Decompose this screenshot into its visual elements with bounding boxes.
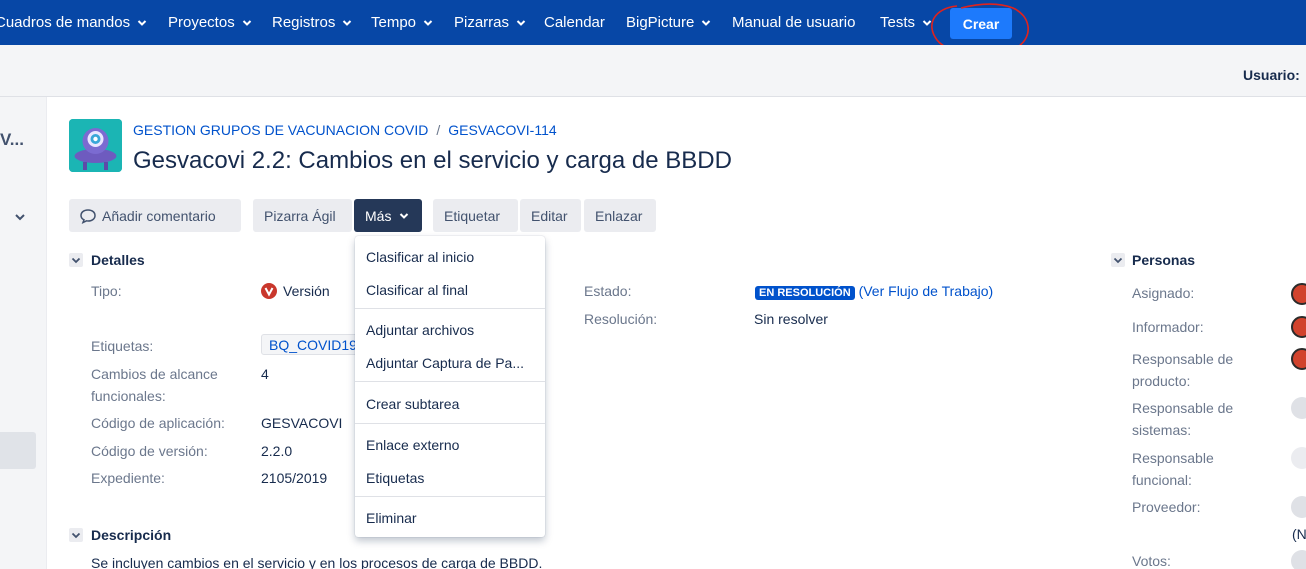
codigo-version-label: Código de versión: (91, 443, 208, 459)
page-subheader (0, 45, 1306, 97)
responsable-producto-label: Responsable de producto: (1132, 351, 1234, 389)
menu-item-attach-files[interactable]: Adjuntar archivos (366, 322, 474, 338)
codigo-aplicacion-value: GESVACOVI (261, 415, 343, 431)
more-dropdown-menu: Clasificar al inicio Clasificar al final… (355, 236, 545, 537)
menu-divider (355, 423, 545, 424)
nav-proyectos[interactable]: Proyectos (168, 0, 252, 45)
informador-label: Informador: (1132, 319, 1204, 335)
asignado-label: Asignado: (1132, 285, 1195, 301)
chevron-down-icon (702, 19, 711, 26)
resolucion-label: Resolución: (584, 311, 658, 327)
menu-item-external-link[interactable]: Enlace externo (366, 437, 459, 453)
details-section-header[interactable]: Detalles (69, 252, 145, 268)
alien-ufo-icon (69, 119, 122, 172)
avatar[interactable] (1291, 496, 1306, 518)
nav-tests[interactable]: Tests (880, 0, 932, 45)
chevron-down-icon (516, 19, 526, 26)
breadcrumb-project-link[interactable]: GESTION GRUPOS DE VACUNACION COVID (133, 122, 428, 138)
collapse-chevron-icon (69, 253, 83, 267)
codigo-aplicacion-label: Código de aplicación: (91, 415, 225, 431)
cambios-value: 4 (261, 366, 269, 382)
menu-item-rank-top[interactable]: Clasificar al inicio (366, 249, 474, 265)
comment-icon (80, 208, 96, 224)
menu-item-delete[interactable]: Eliminar (366, 510, 417, 526)
user-label: Usuario: (1243, 67, 1300, 83)
nav-calendar[interactable]: Calendar (544, 0, 605, 45)
tipo-value: Versión (261, 283, 330, 299)
breadcrumb-issue-key-link[interactable]: GESVACOVI-114 (448, 122, 556, 138)
collapse-chevron-icon (1111, 253, 1125, 267)
avatar[interactable] (1291, 283, 1306, 305)
people-section-header[interactable]: Personas (1111, 252, 1195, 268)
responsable-sistemas-label: Responsable de sistemas: (1132, 400, 1234, 438)
link-button[interactable]: Enlazar (584, 199, 656, 232)
nav-bigpicture[interactable]: BigPicture (626, 0, 711, 45)
resolucion-value: Sin resolver (754, 311, 828, 327)
label-button[interactable]: Etiquetar (433, 199, 518, 232)
responsable-funcional-label: Responsable funcional: (1132, 450, 1214, 488)
menu-divider (355, 308, 545, 309)
vote-count-badge[interactable] (1291, 550, 1306, 569)
codigo-version-value: 2.2.0 (261, 443, 293, 459)
breadcrumb: GESTION GRUPOS DE VACUNACION COVID / GESVA… (133, 122, 557, 138)
sidebar-project-title[interactable]: V... (0, 130, 24, 150)
agile-board-button[interactable]: Pizarra Ágil (253, 199, 352, 232)
etiqueta-tag[interactable]: BQ_COVID19 (261, 334, 365, 355)
nav-pizarras[interactable]: Pizarras (454, 0, 526, 45)
more-button[interactable]: Más (354, 199, 422, 232)
menu-item-create-subtask[interactable]: Crear subtarea (366, 396, 459, 412)
description-section-header[interactable]: Descripción (69, 527, 171, 543)
issue-title[interactable]: Gesvacovi 2.2: Cambios en el servicio y … (133, 147, 732, 175)
menu-divider (355, 381, 545, 382)
chevron-down-icon (922, 19, 932, 26)
cambios-label: Cambios de alcance funcionales: (91, 366, 218, 404)
chevron-down-icon (242, 19, 251, 26)
tipo-label: Tipo: (91, 283, 122, 299)
votos-label: Votos: (1132, 553, 1171, 569)
version-type-icon (261, 283, 277, 299)
sidebar-item-selected[interactable] (0, 432, 36, 469)
expediente-value: 2105/2019 (261, 470, 328, 486)
nav-cuadros-de-mandos[interactable]: Cuadros de mandos (0, 0, 147, 45)
left-sidebar (0, 97, 47, 569)
estado-value: EN RESOLUCIÓN (Ver Flujo de Trabajo) (755, 283, 994, 300)
menu-divider (355, 496, 545, 497)
chevron-down-icon (343, 19, 352, 26)
top-navigation-bar: Cuadros de mandos Proyectos Registros Te… (0, 0, 1306, 45)
proveedor-extra: (N (1292, 526, 1306, 542)
create-button[interactable]: Crear (950, 8, 1012, 39)
nav-tempo[interactable]: Tempo (371, 0, 433, 45)
status-badge: EN RESOLUCIÓN (755, 286, 855, 300)
avatar[interactable] (1291, 348, 1306, 370)
proveedor-label: Proveedor: (1132, 499, 1201, 515)
add-comment-button[interactable]: Añadir comentario (69, 199, 241, 232)
etiquetas-label: Etiquetas: (91, 338, 154, 354)
edit-button[interactable]: Editar (520, 199, 581, 232)
workflow-link[interactable]: (Ver Flujo de Trabajo) (859, 283, 994, 299)
estado-label: Estado: (584, 283, 632, 299)
avatar[interactable] (1291, 316, 1306, 338)
nav-registros[interactable]: Registros (272, 0, 352, 45)
chevron-down-icon[interactable] (14, 211, 26, 223)
avatar[interactable] (1291, 447, 1306, 469)
collapse-chevron-icon (69, 528, 83, 542)
chevron-down-icon (423, 19, 433, 26)
chevron-down-icon (400, 212, 409, 219)
description-text: Se incluyen cambios en el servicio y en … (91, 555, 543, 569)
chevron-down-icon (137, 19, 147, 26)
menu-item-attach-screenshot[interactable]: Adjuntar Captura de Pa... (366, 355, 524, 371)
avatar[interactable] (1291, 397, 1306, 419)
menu-item-rank-bottom[interactable]: Clasificar al final (366, 282, 468, 298)
project-avatar[interactable] (69, 119, 122, 172)
expediente-label: Expediente: (91, 470, 165, 486)
menu-item-labels[interactable]: Etiquetas (366, 470, 424, 486)
nav-manual-de-usuario[interactable]: Manual de usuario (732, 0, 855, 45)
